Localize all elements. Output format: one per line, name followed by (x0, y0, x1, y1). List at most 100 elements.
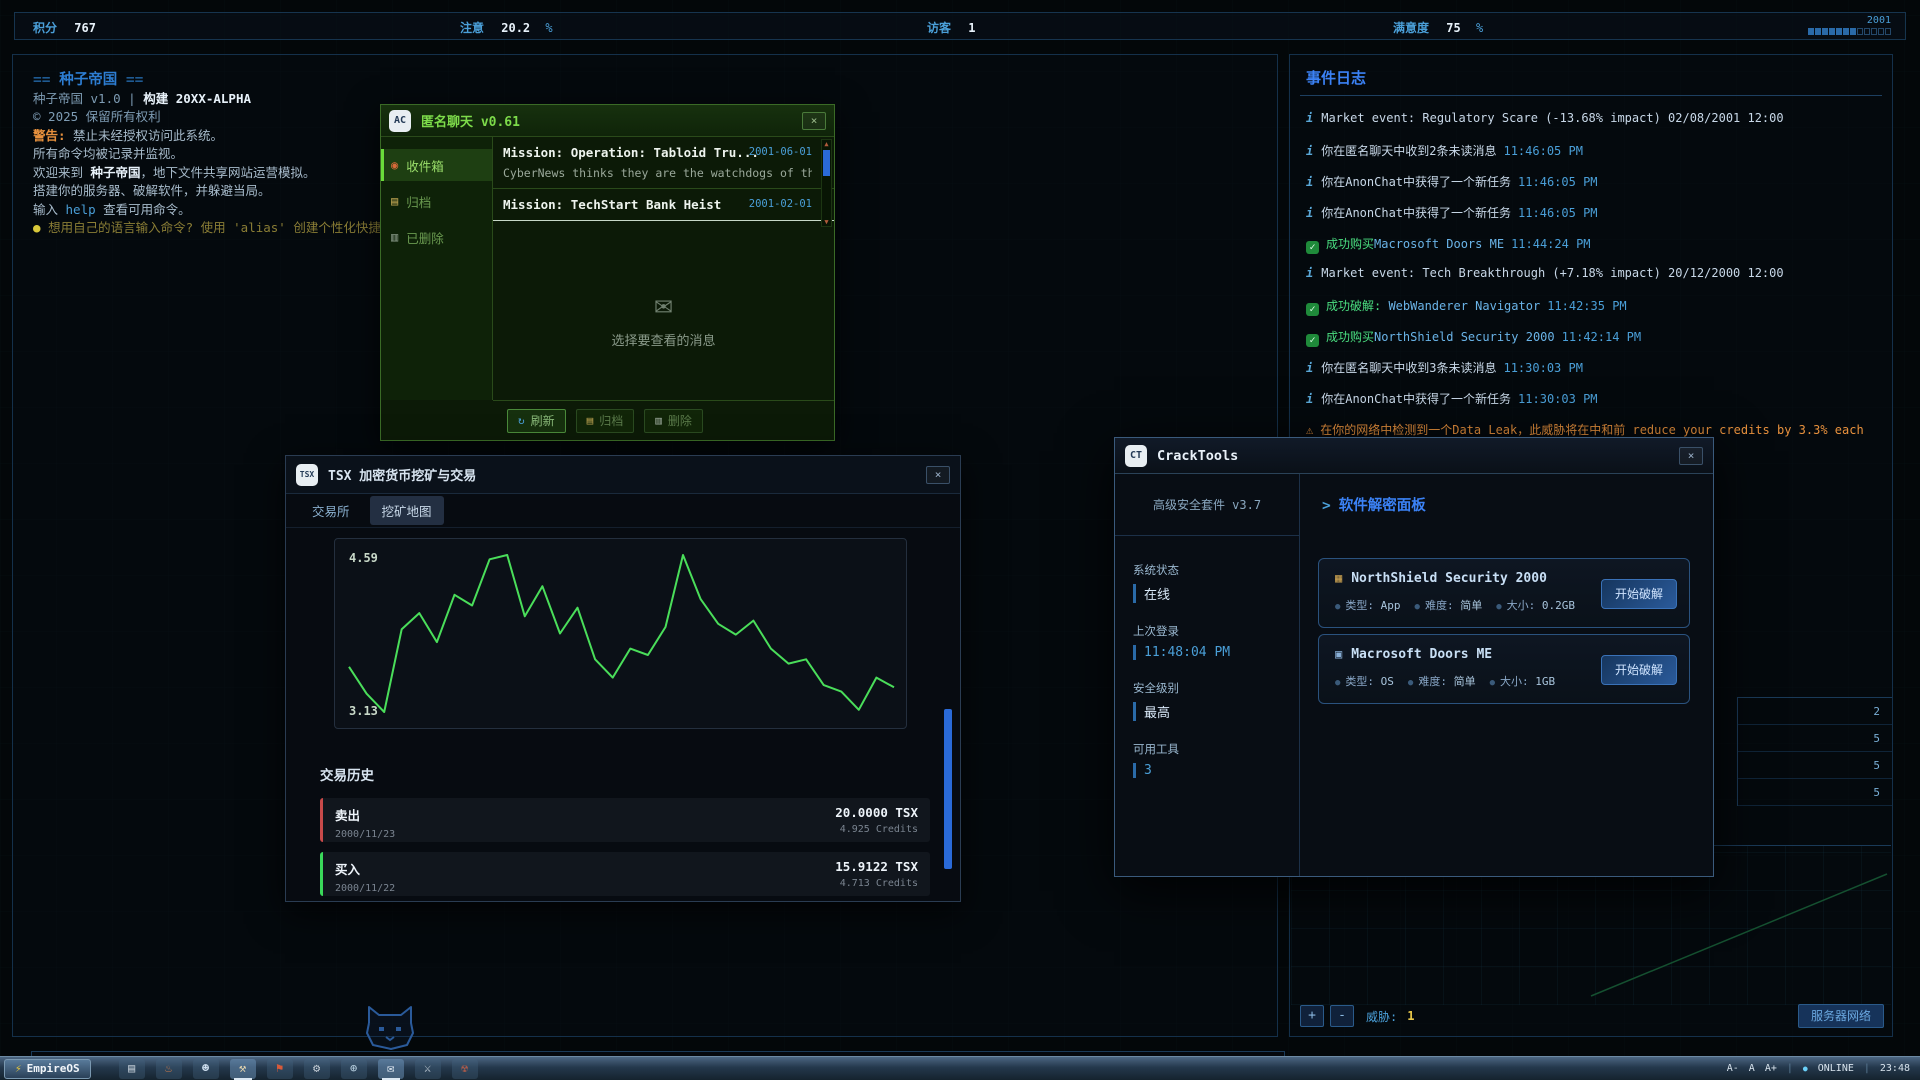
text-segment: 所有命令均被记录并监视。 (33, 146, 183, 161)
cart-icon[interactable]: ▤ (119, 1059, 145, 1079)
event-log-entry: i你在AnonChat中获得了一个新任务11:30:03 PM (1306, 390, 1882, 421)
system-info-line: © 2025 保留所有权利 (33, 108, 406, 127)
close-icon[interactable]: × (1679, 447, 1703, 465)
attention-stat: 注意 20.2 % (460, 19, 553, 36)
message-list-item[interactable]: Mission: TechStart Bank Heist2001-02-01 (493, 189, 834, 221)
system-info-line: 种子帝国 v1.0 | 构建 20XX-ALPHA (33, 90, 406, 109)
year-progress-block (1843, 28, 1849, 35)
satisfaction-stat: 满意度 75 % (1393, 19, 1483, 36)
decrypt-panel-title: >软件解密面板 (1322, 494, 1713, 515)
event-log-entry: i你在匿名聊天中收到2条未读消息11:46:05 PM (1306, 142, 1882, 173)
event-log-entry: i 你在匿名聊天中收到3条未读消息 11:30:03 PM (1306, 359, 1882, 390)
info-icon: i (1306, 175, 1313, 189)
tsx-scrollbar-thumb[interactable] (944, 709, 952, 869)
bottle-icon[interactable]: ♨ (156, 1059, 182, 1079)
message-preview: CyberNews thinks they are the watchdogs … (503, 166, 812, 180)
sidebar-item-trash[interactable]: ▥已删除 (381, 221, 492, 253)
meta-value: 简单 (1454, 675, 1476, 688)
score-stat: 积分 767 (33, 19, 96, 36)
zoom-in-button[interactable]: + (1300, 1005, 1324, 1027)
sidebar-item-inbox[interactable]: ◉收件箱 (381, 149, 492, 181)
fire-icon[interactable]: ☢ (452, 1059, 478, 1079)
zoom-out-button[interactable]: - (1330, 1005, 1354, 1027)
text-segment: 输入 (33, 202, 66, 217)
event-text: 成功购买 (1326, 237, 1374, 251)
stat-value: 最高 (1133, 702, 1299, 721)
visitors-value: 1 (968, 21, 975, 35)
globe-icon[interactable]: ⊕ (341, 1059, 367, 1079)
bullet-icon: ● (1415, 602, 1420, 612)
info-icon: i (1306, 361, 1313, 375)
sidebar-item-archive[interactable]: ▤归档 (381, 185, 492, 217)
stat-label: 上次登录 (1133, 623, 1299, 639)
side-stat-row: 5 (1738, 779, 1892, 806)
close-icon[interactable]: × (926, 466, 950, 484)
meta-text: 类型: (1345, 599, 1380, 612)
year-progress-blocks (1808, 28, 1891, 35)
cracktools-title: CrackTools (1157, 448, 1238, 464)
event-text: Market event: Regulatory Scare (-13.68% … (1321, 111, 1783, 125)
computer-icon: ▣ (1335, 647, 1342, 661)
event-time: 11:30:03 PM (1503, 361, 1582, 375)
info-icon: i (1306, 206, 1313, 220)
tsx-titlebar[interactable]: TSX TSX 加密货币挖矿与交易 × (286, 456, 960, 494)
server-network-button[interactable]: 服务器网络 (1798, 1004, 1884, 1028)
gear-icon[interactable]: ⚙ (304, 1059, 330, 1079)
meta-item: ●类型: App (1335, 599, 1401, 612)
empty-state-text: 选择要查看的消息 (493, 330, 834, 349)
software-meta: ●类型: OS●难度: 简单●大小: 1GB (1335, 673, 1569, 689)
user-icon[interactable]: ☻ (193, 1059, 219, 1079)
pickaxe-icon[interactable]: ⚔ (415, 1059, 441, 1079)
font-larger-button[interactable]: A+ (1765, 1063, 1777, 1074)
trade-history-row: 卖出2000/11/2320.0000 TSX4.925 Credits (320, 798, 930, 842)
hammer-icon[interactable]: ⚒ (230, 1059, 256, 1079)
text-segment: 警告: (33, 128, 66, 143)
meta-item: ●类型: OS (1335, 675, 1394, 688)
trade-date: 2000/11/23 (335, 829, 918, 840)
anonchat-body: ◉收件箱 ▤归档 ▥已删除 Mission: Operation: Tabloid … (381, 137, 834, 400)
side-stat-row: 5 (1738, 725, 1892, 752)
check-icon: ✓ (1306, 303, 1319, 316)
stat-group: 系统状态在线 (1133, 562, 1299, 603)
event-log-entry: iMarket event: Regulatory Scare (-13.68%… (1306, 111, 1882, 142)
anonchat-titlebar[interactable]: AC 匿名聊天 v0.61 × (381, 105, 834, 137)
software-meta: ●类型: App●难度: 简单●大小: 0.2GB (1335, 597, 1589, 613)
font-smaller-button[interactable]: A- (1727, 1063, 1739, 1074)
text-segment: help (66, 202, 96, 217)
megaphone-icon[interactable]: ⚑ (267, 1059, 293, 1079)
delete-button[interactable]: ▥删除 (644, 409, 703, 433)
chat-icon[interactable]: ✉ (378, 1059, 404, 1079)
event-time: 11:42:35 PM (1547, 299, 1626, 313)
font-reset-button[interactable]: A (1749, 1063, 1755, 1074)
text-segment: == (117, 72, 143, 88)
anonchat-main: Mission: Operation: Tabloid Tru...2001-0… (493, 137, 834, 400)
year-progress-block (1808, 28, 1814, 35)
taskbar-tray: A- A A+ | ● ONLINE | 23:48 (1727, 1063, 1910, 1074)
scroll-up-icon[interactable]: ▲ (822, 140, 831, 148)
tab-挖矿地图[interactable]: 挖矿地图 (370, 496, 444, 525)
tab-交易所[interactable]: 交易所 (300, 496, 362, 525)
message-list-item[interactable]: Mission: Operation: Tabloid Tru...2001-0… (493, 137, 834, 189)
scroll-down-icon[interactable]: ▼ (822, 218, 831, 226)
inbox-icon: ◉ (391, 158, 398, 172)
message-scrollbar[interactable]: ▲ ▼ (821, 139, 832, 227)
event-text: 你在匿名聊天中收到3条未读消息 (1321, 361, 1496, 375)
message-date: 2001-02-01 (749, 198, 812, 210)
start-crack-button[interactable]: 开始破解 (1601, 655, 1677, 685)
archive-button[interactable]: ▤归档 (576, 409, 635, 433)
archive-icon: ▤ (391, 194, 398, 208)
close-icon[interactable]: × (802, 112, 826, 130)
price-chart: 4.59 3.13 (334, 538, 907, 729)
start-crack-button[interactable]: 开始破解 (1601, 579, 1677, 609)
cracktools-titlebar[interactable]: CT CrackTools × (1115, 438, 1713, 474)
start-menu-button[interactable]: ⚡ EmpireOS (4, 1059, 91, 1079)
bullet-icon: ● (1490, 678, 1495, 688)
bullet-icon: ● (1496, 602, 1501, 612)
refresh-button[interactable]: ↻刷新 (507, 409, 566, 433)
event-time: 11:46:05 PM (1518, 175, 1597, 189)
scrollbar-thumb[interactable] (823, 150, 830, 176)
anonchat-folder-list: ◉收件箱 ▤归档 ▥已删除 (381, 137, 493, 400)
start-label: EmpireOS (27, 1062, 80, 1075)
suite-version: 高级安全套件 v3.7 (1115, 496, 1299, 513)
meta-value: App (1381, 599, 1401, 612)
